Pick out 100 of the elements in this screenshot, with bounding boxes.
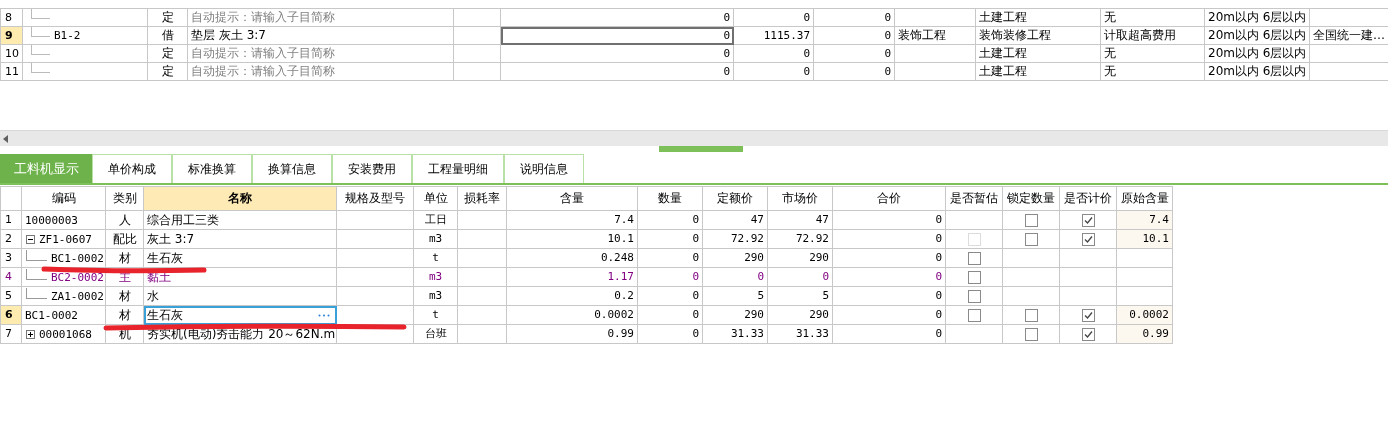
- checkbox[interactable]: [967, 309, 981, 322]
- table-cell: t: [413, 248, 458, 268]
- checkbox[interactable]: [967, 271, 981, 284]
- table-cell: 47: [767, 210, 833, 230]
- row-number: 3: [0, 248, 22, 268]
- table-cell: m3: [413, 286, 458, 306]
- scrollbar[interactable]: [0, 130, 1388, 146]
- table-cell: 0: [500, 8, 734, 27]
- column-header[interactable]: 含量: [506, 186, 638, 211]
- table-cell: 290: [767, 305, 833, 325]
- splitter-handle[interactable]: [659, 146, 743, 152]
- row-number: 1: [0, 210, 22, 230]
- table-cell: 水: [147, 288, 159, 304]
- checkbox[interactable]: [1081, 214, 1095, 227]
- more-icon[interactable]: [318, 313, 330, 317]
- table-cell: 0: [637, 324, 703, 344]
- table-cell: t: [413, 305, 458, 325]
- table-cell: 72.92: [702, 229, 768, 249]
- table-cell: 装饰装修工程: [975, 26, 1101, 45]
- column-header[interactable]: 是否暂估: [945, 186, 1003, 211]
- table-cell: 0: [637, 248, 703, 268]
- table-cell: 00001068: [39, 327, 92, 341]
- tab[interactable]: 说明信息: [504, 154, 584, 183]
- table-cell: BC2-0002: [51, 270, 104, 284]
- table-cell: 无: [1100, 44, 1205, 63]
- table-cell: 0.0002: [506, 305, 638, 325]
- column-header[interactable]: 规格及型号: [336, 186, 414, 211]
- table-cell: 生石灰: [147, 307, 183, 323]
- table-cell: 0: [500, 26, 734, 45]
- row-number: 8: [0, 8, 23, 27]
- expand-icon[interactable]: [26, 329, 35, 339]
- table-cell: B1-2: [54, 29, 81, 42]
- checkbox[interactable]: [1024, 214, 1038, 227]
- row-number: 4: [0, 267, 22, 287]
- column-header[interactable]: 原始含量: [1116, 186, 1173, 211]
- table-cell: 31.33: [767, 324, 833, 344]
- checkbox[interactable]: [967, 290, 981, 303]
- table-cell: ZF1-0607: [39, 232, 92, 246]
- table-cell: 0: [637, 286, 703, 306]
- table-cell: 5: [702, 286, 768, 306]
- table-cell: 20m以内 6层以内: [1204, 8, 1310, 27]
- scroll-left-icon[interactable]: [3, 134, 9, 143]
- table-cell-text: 10000003: [24, 213, 78, 227]
- tab[interactable]: 工程量明细: [412, 154, 504, 183]
- table-cell: 0: [637, 267, 703, 287]
- table-cell: 20m以内 6层以内: [1204, 44, 1310, 63]
- table-cell: 0.2: [506, 286, 638, 306]
- table-cell: 台班: [413, 324, 458, 344]
- column-header[interactable]: 市场价: [767, 186, 833, 211]
- table-cell: 0: [832, 286, 946, 306]
- table-cell: 0: [832, 229, 946, 249]
- table-cell: 无: [1100, 8, 1205, 27]
- column-header[interactable]: 是否计价: [1059, 186, 1117, 211]
- row-number: 7: [0, 324, 22, 344]
- tab[interactable]: 单价构成: [92, 154, 172, 183]
- table-cell: 材: [105, 305, 144, 325]
- checkbox[interactable]: [1081, 233, 1095, 246]
- table-cell: 1115.37: [733, 26, 814, 45]
- checkbox[interactable]: [1081, 309, 1095, 322]
- table-cell: 72.92: [767, 229, 833, 249]
- table-cell: 土建工程: [975, 8, 1101, 27]
- tree-line: [31, 63, 50, 73]
- checkbox[interactable]: [1081, 328, 1095, 341]
- column-header[interactable]: 类别: [105, 186, 144, 211]
- table-cell: 0: [733, 44, 814, 63]
- checkbox[interactable]: [1024, 309, 1038, 322]
- tree-line: [31, 27, 50, 37]
- table-cell: 0: [832, 305, 946, 325]
- table-cell: 20m以内 6层以内: [1204, 62, 1310, 81]
- table-cell: 自动提示：请输入子目简称: [187, 62, 454, 81]
- table-cell: 0.248: [506, 248, 638, 268]
- column-header[interactable]: 单位: [413, 186, 458, 211]
- column-header[interactable]: 锁定数量: [1002, 186, 1060, 211]
- tree-line: [31, 9, 50, 19]
- table-cell: 0: [832, 248, 946, 268]
- table-cell: 人: [105, 210, 144, 230]
- column-header[interactable]: 合价: [832, 186, 946, 211]
- collapse-icon[interactable]: [26, 234, 35, 244]
- checkbox[interactable]: [1024, 328, 1038, 341]
- column-header[interactable]: 编码: [21, 186, 106, 211]
- checkbox[interactable]: [967, 252, 981, 265]
- table-cell: 20m以内 6层以内: [1204, 26, 1310, 45]
- table-cell: 0: [702, 267, 768, 287]
- column-header[interactable]: 定额价: [702, 186, 768, 211]
- tab[interactable]: 换算信息: [252, 154, 332, 183]
- table-cell: 0: [813, 62, 895, 81]
- table-cell: 290: [702, 305, 768, 325]
- column-header[interactable]: 名称: [143, 186, 337, 211]
- table-cell: 0: [832, 210, 946, 230]
- column-header[interactable]: 损耗率: [457, 186, 507, 211]
- table-cell: 生石灰: [147, 250, 183, 266]
- table-cell: 31.33: [702, 324, 768, 344]
- table-cell: 290: [767, 248, 833, 268]
- tab[interactable]: 标准换算: [172, 154, 252, 183]
- table-cell: 装饰工程: [894, 26, 976, 45]
- tab[interactable]: 安装费用: [332, 154, 412, 183]
- table-cell: 定: [147, 8, 188, 27]
- checkbox[interactable]: [1024, 233, 1038, 246]
- column-header[interactable]: 数量: [637, 186, 703, 211]
- table-cell: ZA1-0002: [51, 289, 104, 303]
